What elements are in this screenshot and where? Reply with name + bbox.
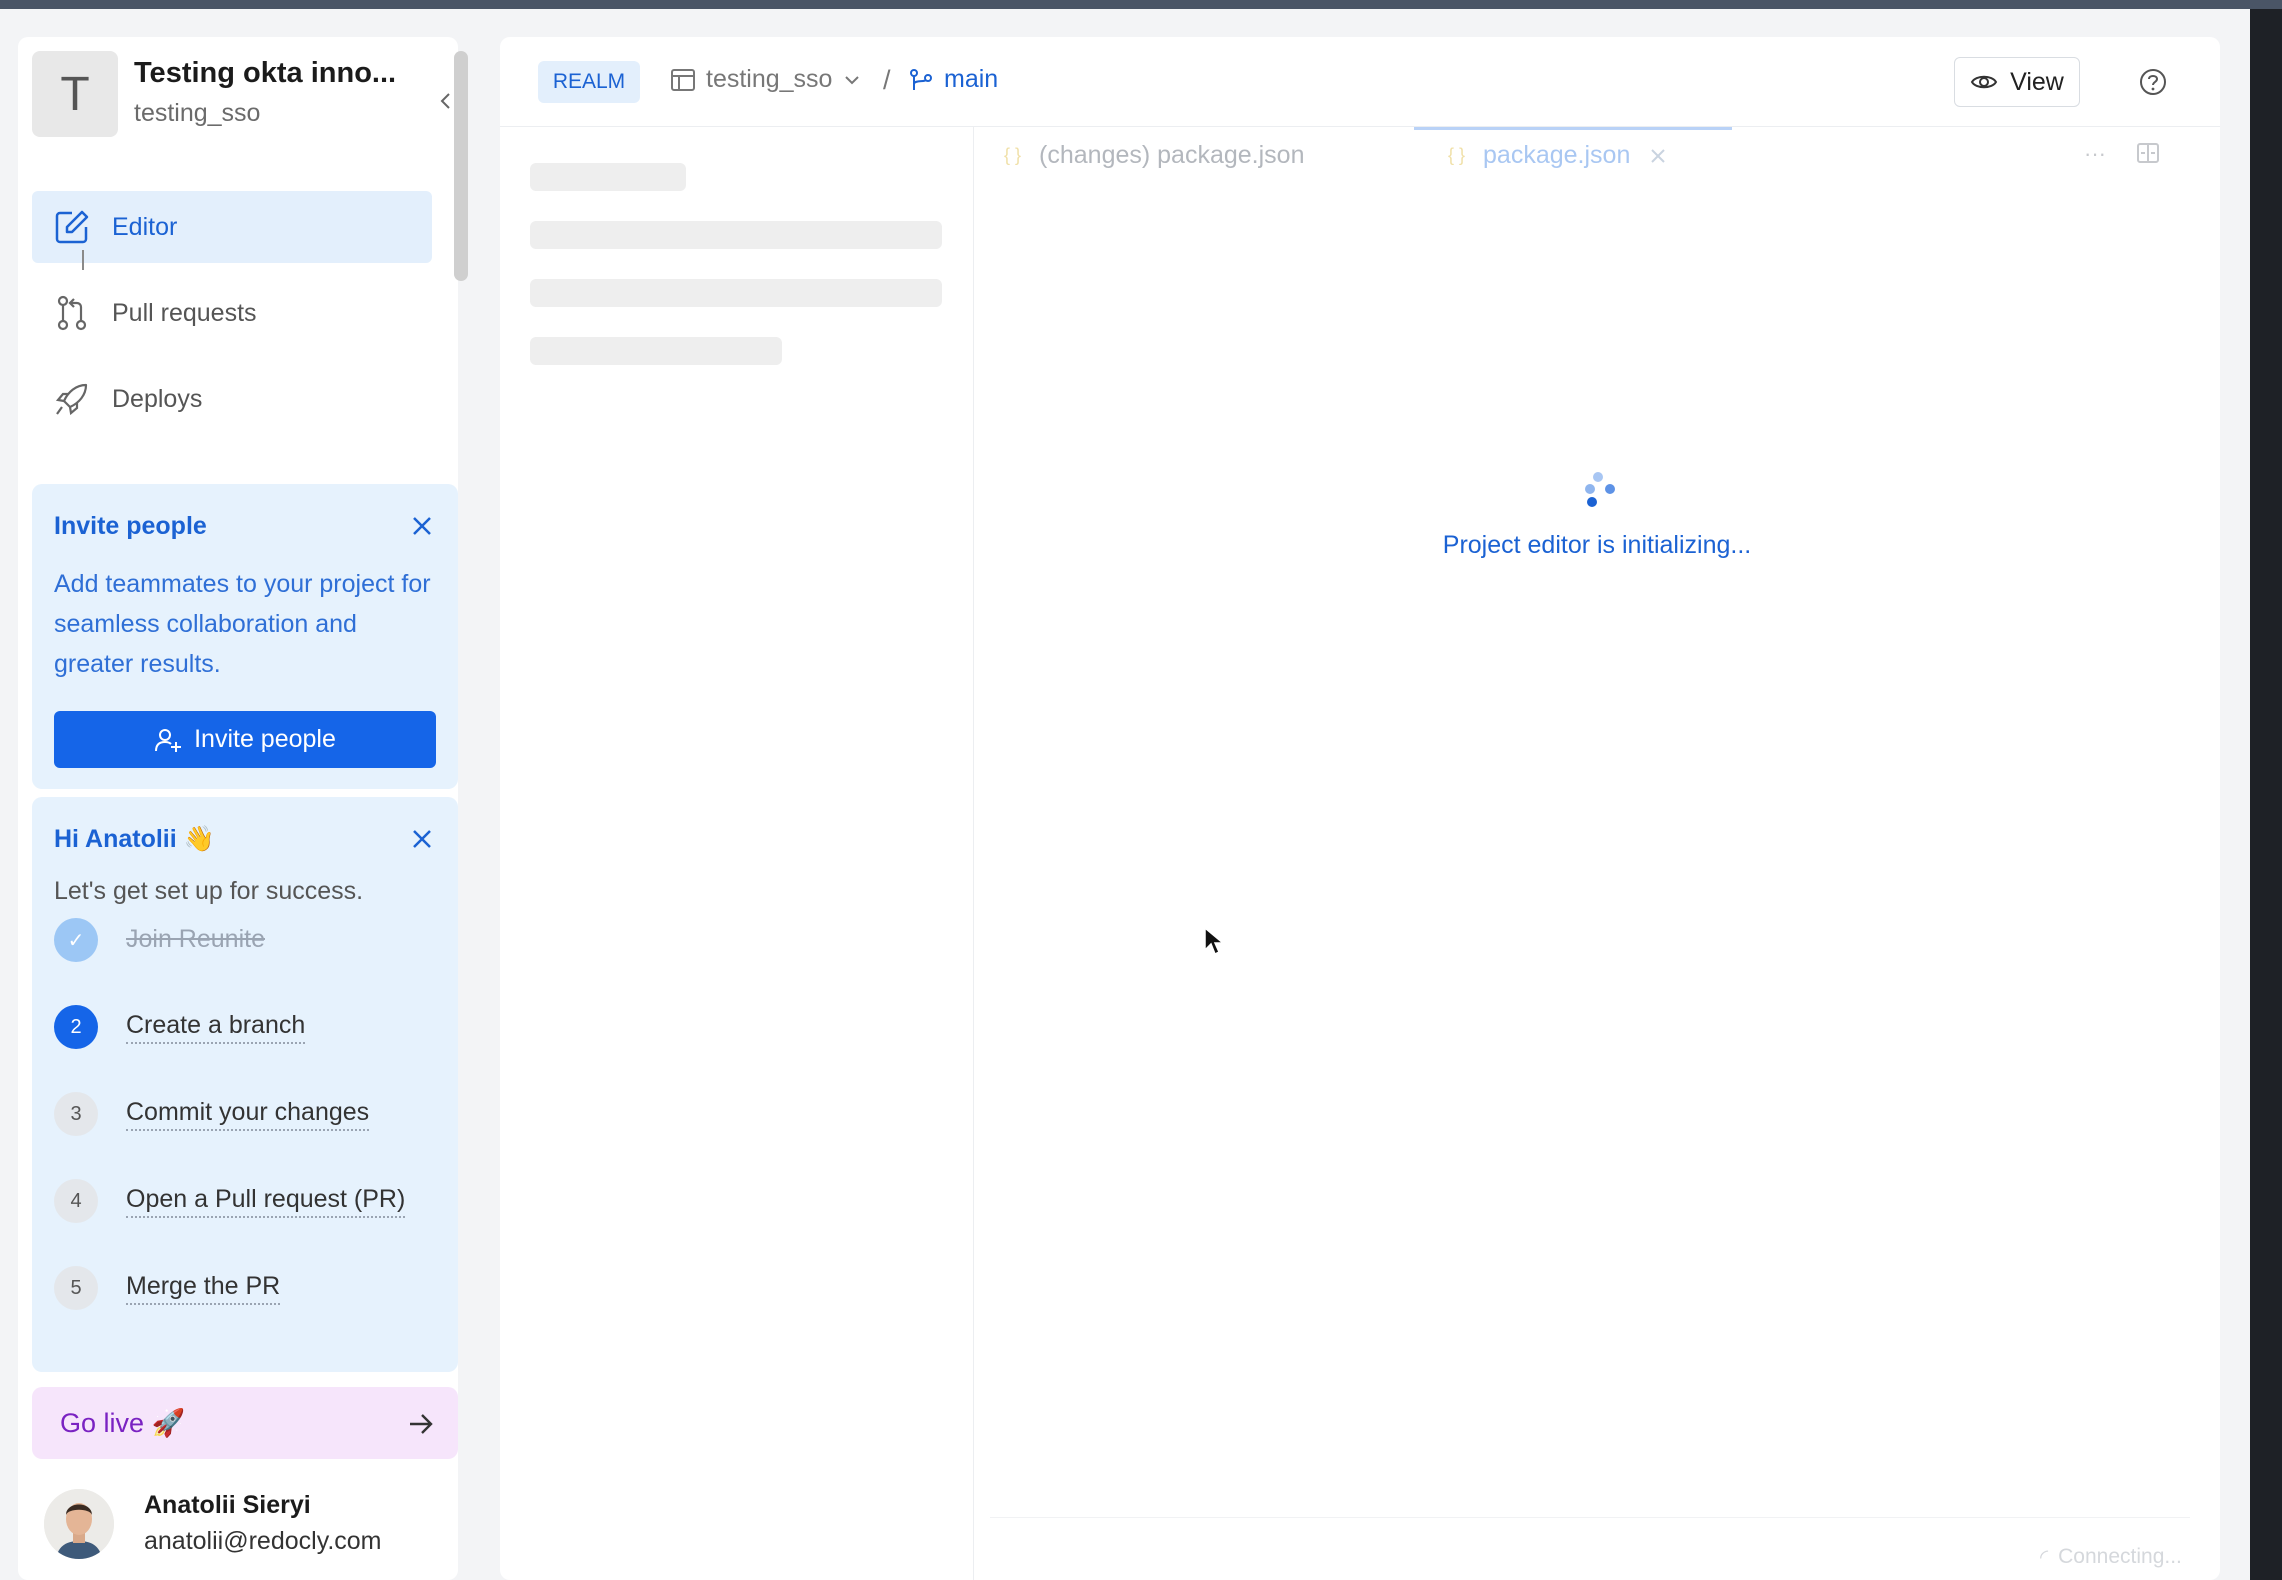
user-name: Anatolii Sieryi [144,1491,311,1519]
step-connector [82,250,84,270]
step-number: 2 [54,1005,98,1049]
onboarding-step[interactable]: ✓ Join Reunite [54,917,265,963]
sidebar: T Testing okta inno... testing_sso Edito… [18,37,468,1580]
pull-request-icon [52,293,92,333]
skeleton-line [530,337,782,365]
workspace-avatar: T [32,51,118,137]
window-top-strip [0,0,2282,9]
tab-actions: ··· [2084,141,2160,167]
sidebar-item-label: Pull requests [112,298,257,327]
sidebar-scrollbar[interactable] [454,51,468,281]
arrow-right-icon [410,1414,433,1434]
step-label: Join Reunite [126,924,265,953]
check-icon: ✓ [54,918,98,962]
onboarding-card: Hi Anatolii 👋 Let's get set up for succe… [32,797,458,1372]
workspace-slug: testing_sso [134,99,261,127]
breadcrumb-project[interactable]: testing_sso [670,65,862,94]
close-icon[interactable] [410,514,434,538]
sidebar-item-label: Editor [112,212,178,241]
view-button[interactable]: View [1954,57,2080,107]
step-number: 3 [54,1092,98,1136]
editor-tabs: { } (changes) package.json { } package.j… [974,127,2220,191]
add-user-icon [155,728,182,752]
tab-package-json[interactable]: { } package.json [1448,141,1668,170]
project-name: testing_sso [706,65,833,93]
status-text: Connecting... [2058,1545,2182,1568]
more-icon[interactable]: ··· [2084,141,2106,167]
step-label: Open a Pull request (PR) [126,1185,406,1218]
tab-label: (changes) package.json [1039,141,1305,169]
skeleton-line [530,279,942,307]
chevron-left-icon[interactable] [436,89,456,113]
skeleton-line [530,163,686,191]
loading-icon: ◜ [2040,1546,2049,1569]
rocket-icon [52,379,92,419]
go-live-button[interactable]: Go live 🚀 [32,1387,458,1459]
invite-button-label: Invite people [194,725,336,753]
onboarding-subtitle: Let's get set up for success. [54,877,364,905]
invite-card-text: Add teammates to your project for seamle… [54,570,431,678]
invite-people-card: Invite people Add teammates to your proj… [32,484,458,789]
editor-header: REALM testing_sso / main View [500,37,2220,127]
app-window: T Testing okta inno... testing_sso Edito… [0,9,2250,1580]
realm-badge: REALM [538,61,640,103]
user-profile[interactable]: Anatolii Sieryi anatolii@redocly.com [44,1485,464,1565]
step-number: 5 [54,1266,98,1310]
view-label: View [2010,67,2064,96]
onboarding-step[interactable]: 4 Open a Pull request (PR) [54,1178,406,1224]
invite-people-button[interactable]: Invite people [54,711,436,768]
help-icon[interactable] [2138,67,2168,97]
workspace-header[interactable]: T Testing okta inno... testing_sso [32,51,450,137]
avatar [44,1489,114,1559]
step-label: Create a branch [126,1011,306,1044]
editor-loading: Project editor is initializing... [974,191,2220,591]
user-email: anatolii@redocly.com [144,1527,382,1555]
connection-status: ◜ Connecting... [2040,1545,2182,1570]
sidebar-item-deploys[interactable]: Deploys [32,363,432,435]
editor-panel: REALM testing_sso / main View {} (chang… [500,37,2220,1580]
invite-card-title: Invite people [54,512,207,540]
sidebar-item-editor[interactable]: Editor [32,191,432,263]
close-icon[interactable] [1648,146,1668,166]
step-number: 4 [54,1179,98,1223]
status-divider [990,1517,2190,1518]
chevron-down-icon [845,75,860,84]
tab-changes-package-json[interactable]: { } (changes) package.json [1004,141,1304,170]
edit-icon [52,207,92,247]
branch-name: main [944,65,999,93]
eye-icon [1970,75,1998,89]
close-icon[interactable] [410,827,434,851]
layout-icon [671,68,695,91]
split-view-icon[interactable] [2136,141,2160,165]
json-icon: { } [1004,145,1022,165]
branch-icon [910,68,932,90]
mouse-cursor-icon [1204,926,1226,956]
sidebar-item-label: Deploys [112,384,203,413]
spinner-icon [1585,472,1615,507]
tab-label: package.json [1483,141,1631,169]
go-live-label: Go live 🚀 [60,1408,186,1438]
step-label: Merge the PR [126,1272,281,1305]
step-label: Commit your changes [126,1098,370,1131]
breadcrumb-branch[interactable]: main [908,65,998,94]
breadcrumb-separator: / [883,65,891,95]
onboarding-step[interactable]: 2 Create a branch [54,1004,306,1050]
active-tab-indicator [1414,127,1732,130]
onboarding-title: Hi Anatolii 👋 [54,825,215,853]
sidebar-item-pull-requests[interactable]: Pull requests [32,277,432,349]
file-tree-skeleton [500,127,974,1580]
json-icon: { } [1448,145,1466,165]
onboarding-step[interactable]: 3 Commit your changes [54,1091,370,1137]
loading-text: Project editor is initializing... [1442,531,1752,559]
skeleton-line [530,221,942,249]
onboarding-step[interactable]: 5 Merge the PR [54,1265,281,1311]
workspace-name: Testing okta inno... [134,57,397,89]
